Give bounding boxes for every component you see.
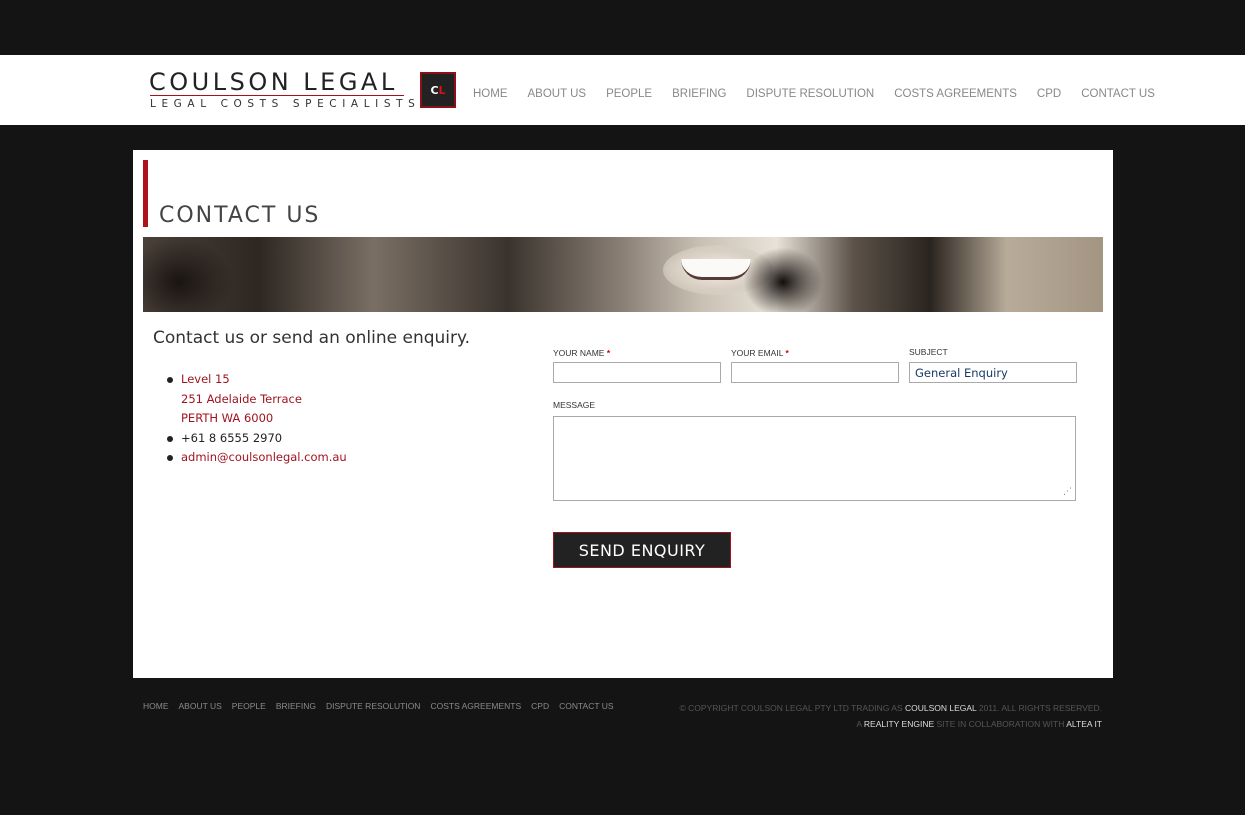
banner-shadow-left [143, 237, 233, 312]
credit-partner-link[interactable]: ALTEA IT [1066, 719, 1102, 729]
nav-item-dispute-resolution[interactable]: DISPUTE RESOLUTION [746, 86, 874, 102]
phone-number: +61 8 6555 2970 [181, 430, 283, 445]
email-input[interactable] [731, 362, 899, 383]
send-enquiry-button[interactable]: SEND ENQUIRY [553, 532, 731, 568]
intro-text: Contact us or send an online enquiry. [153, 328, 471, 348]
logo-rule [150, 95, 404, 96]
banner-shadow-right [743, 247, 823, 312]
bullet-icon [167, 435, 173, 442]
footer-nav-home[interactable]: HOME [143, 700, 169, 712]
your-name-label: YOUR NAME * [553, 348, 610, 358]
required-mark: * [785, 348, 789, 358]
your-name-label-text: YOUR NAME [553, 348, 605, 358]
copyright-brand: COULSON LEGAL [904, 703, 977, 713]
logo-mark-icon[interactable]: CL [420, 72, 456, 108]
logo-mark-l: L [438, 83, 446, 97]
footer-nav-briefing[interactable]: BRIEFING [276, 700, 316, 712]
logo-name[interactable]: COULSON LEGAL [149, 68, 398, 96]
contact-list: Level 15 251 Adelaide Terrace PERTH WA 6… [165, 370, 347, 468]
logo-mark-c: C [430, 83, 439, 97]
list-item-address: Level 15 251 Adelaide Terrace PERTH WA 6… [165, 370, 347, 429]
your-email-label-text: YOUR EMAIL [731, 348, 784, 358]
email-link[interactable]: admin@coulsonlegal.com.au [181, 450, 347, 464]
nav-item-cpd[interactable]: CPD [1037, 86, 1061, 102]
footer-copyright: © COPYRIGHT COULSON LEGAL PTY LTD TRADIN… [680, 700, 1102, 732]
address-line-3: PERTH WA 6000 [181, 411, 274, 425]
address-line-1: Level 15 [181, 372, 230, 386]
credit-mid: SITE IN COLLABORATION WITH [936, 719, 1065, 729]
credit-a: A [856, 719, 862, 729]
list-item-phone: +61 8 6555 2970 [165, 429, 347, 449]
footer-nav-dispute-resolution[interactable]: DISPUTE RESOLUTION [326, 700, 420, 712]
resize-grip-icon[interactable]: ⋰ [1063, 488, 1072, 497]
title-accent-bar [143, 160, 148, 227]
subject-select[interactable]: General Enquiry [909, 362, 1077, 383]
nav-item-costs-agreements[interactable]: COSTS AGREEMENTS [894, 86, 1017, 102]
banner-smile [681, 259, 751, 280]
footer-nav-cpd[interactable]: CPD [531, 700, 549, 712]
footer-nav-people[interactable]: PEOPLE [232, 700, 266, 712]
logo-tagline: LEGAL COSTS SPECIALISTS [150, 98, 421, 110]
footer-nav: HOME ABOUT US PEOPLE BRIEFING DISPUTE RE… [143, 700, 624, 712]
required-mark: * [606, 348, 611, 358]
message-label: MESSAGE [553, 400, 596, 410]
nav-item-about-us[interactable]: ABOUT US [528, 86, 587, 102]
copyright-prefix: © COPYRIGHT COULSON LEGAL PTY LTD TRADIN… [679, 703, 903, 713]
bullet-icon [167, 377, 173, 383]
bullet-icon [167, 455, 173, 461]
message-textarea[interactable]: ⋰ [553, 416, 1076, 501]
nav-item-people[interactable]: PEOPLE [606, 86, 652, 102]
name-input[interactable] [553, 362, 721, 383]
copyright-line: © COPYRIGHT COULSON LEGAL PTY LTD TRADIN… [680, 700, 1102, 716]
list-item-email: admin@coulsonlegal.com.au [165, 448, 347, 468]
footer-nav-about-us[interactable]: ABOUT US [179, 700, 222, 712]
footer-nav-contact-us[interactable]: CONTACT US [559, 700, 613, 712]
nav-item-home[interactable]: HOME [473, 86, 508, 102]
page-title: CONTACT US [159, 203, 321, 228]
nav-item-briefing[interactable]: BRIEFING [672, 86, 726, 102]
main-nav: HOME ABOUT US PEOPLE BRIEFING DISPUTE RE… [473, 86, 1175, 102]
nav-item-contact-us[interactable]: CONTACT US [1081, 86, 1155, 102]
your-email-label: YOUR EMAIL * [731, 348, 789, 358]
banner-photo [143, 237, 1103, 312]
copyright-suffix: 2011. ALL RIGHTS RESERVED. [978, 703, 1102, 713]
credit-agency-link[interactable]: REALITY ENGINE [864, 719, 934, 729]
credit-line: A REALITY ENGINE SITE IN COLLABORATION W… [680, 716, 1102, 732]
footer-nav-costs-agreements[interactable]: COSTS AGREEMENTS [430, 700, 521, 712]
address-line-2: 251 Adelaide Terrace [181, 391, 302, 406]
subject-label: SUBJECT [909, 347, 948, 357]
